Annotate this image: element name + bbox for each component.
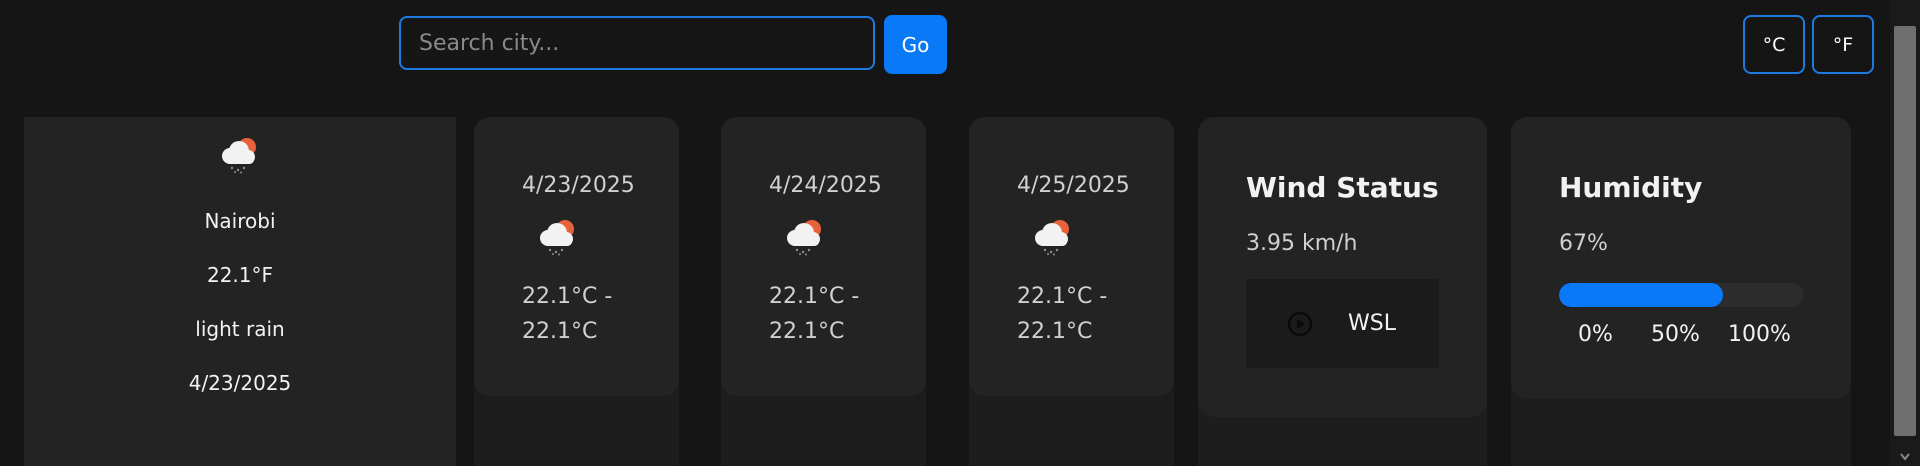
forecast-card: 4/24/2025 22.1°C - 22.1°C: [721, 117, 926, 396]
humidity-card: Humidity 67%: [1511, 117, 1851, 399]
forecast-range-max: 22.1°C: [1017, 319, 1093, 344]
celsius-button[interactable]: °C: [1743, 15, 1805, 74]
humidity-tick-100: 100%: [1728, 322, 1791, 347]
cloud-rain-sun-icon: [218, 136, 262, 174]
forecast-range-min: 22.1°C -: [522, 284, 613, 309]
cloud-rain-sun-icon: [1031, 218, 1075, 256]
humidity-tick-50: 50%: [1651, 322, 1700, 347]
cloud-rain-sun-icon: [783, 218, 827, 256]
forecast-card: 4/23/2025 22.1°C - 22.1°C: [474, 117, 679, 396]
cloud-rain-sun-icon: [536, 218, 580, 256]
humidity-tick-0: 0%: [1578, 322, 1613, 347]
wind-label: WSL: [1348, 311, 1396, 336]
top-bar: Go °C °F: [0, 0, 1890, 98]
city-name: Nairobi: [204, 209, 276, 233]
wind-status-card: Wind Status 3.95 km/h: [1198, 117, 1487, 417]
forecast-range-max: 22.1°C: [522, 319, 598, 344]
forecast-range-max: 22.1°C: [769, 319, 845, 344]
forecast-date: 4/24/2025: [769, 173, 882, 198]
wind-status-title: Wind Status: [1246, 171, 1439, 204]
current-temperature: 22.1°F: [206, 263, 274, 287]
play-icon[interactable]: [1287, 311, 1313, 337]
forecast-card: 4/25/2025 22.1°C - 22.1°C: [969, 117, 1174, 396]
scrollbar-thumb[interactable]: [1894, 26, 1916, 436]
scroll-down-arrow-icon[interactable]: [1899, 452, 1911, 462]
fahrenheit-button[interactable]: °F: [1812, 15, 1874, 74]
humidity-title: Humidity: [1559, 171, 1703, 204]
wind-speed: 3.95 km/h: [1246, 231, 1358, 256]
humidity-progress-bar: [1559, 283, 1804, 307]
humidity-value: 67%: [1559, 231, 1608, 256]
forecast-range-min: 22.1°C -: [1017, 284, 1108, 309]
search-input[interactable]: [399, 16, 875, 70]
wind-animation-player[interactable]: WSL: [1246, 279, 1439, 368]
forecast-date: 4/25/2025: [1017, 173, 1130, 198]
current-weather-card: Nairobi 22.1°F light rain 4/23/2025: [24, 117, 456, 466]
go-button[interactable]: Go: [884, 15, 947, 74]
humidity-progress-fill: [1559, 283, 1724, 307]
forecast-date: 4/23/2025: [522, 173, 635, 198]
weather-description: light rain: [195, 317, 285, 341]
forecast-range-min: 22.1°C -: [769, 284, 860, 309]
current-date: 4/23/2025: [188, 371, 292, 395]
